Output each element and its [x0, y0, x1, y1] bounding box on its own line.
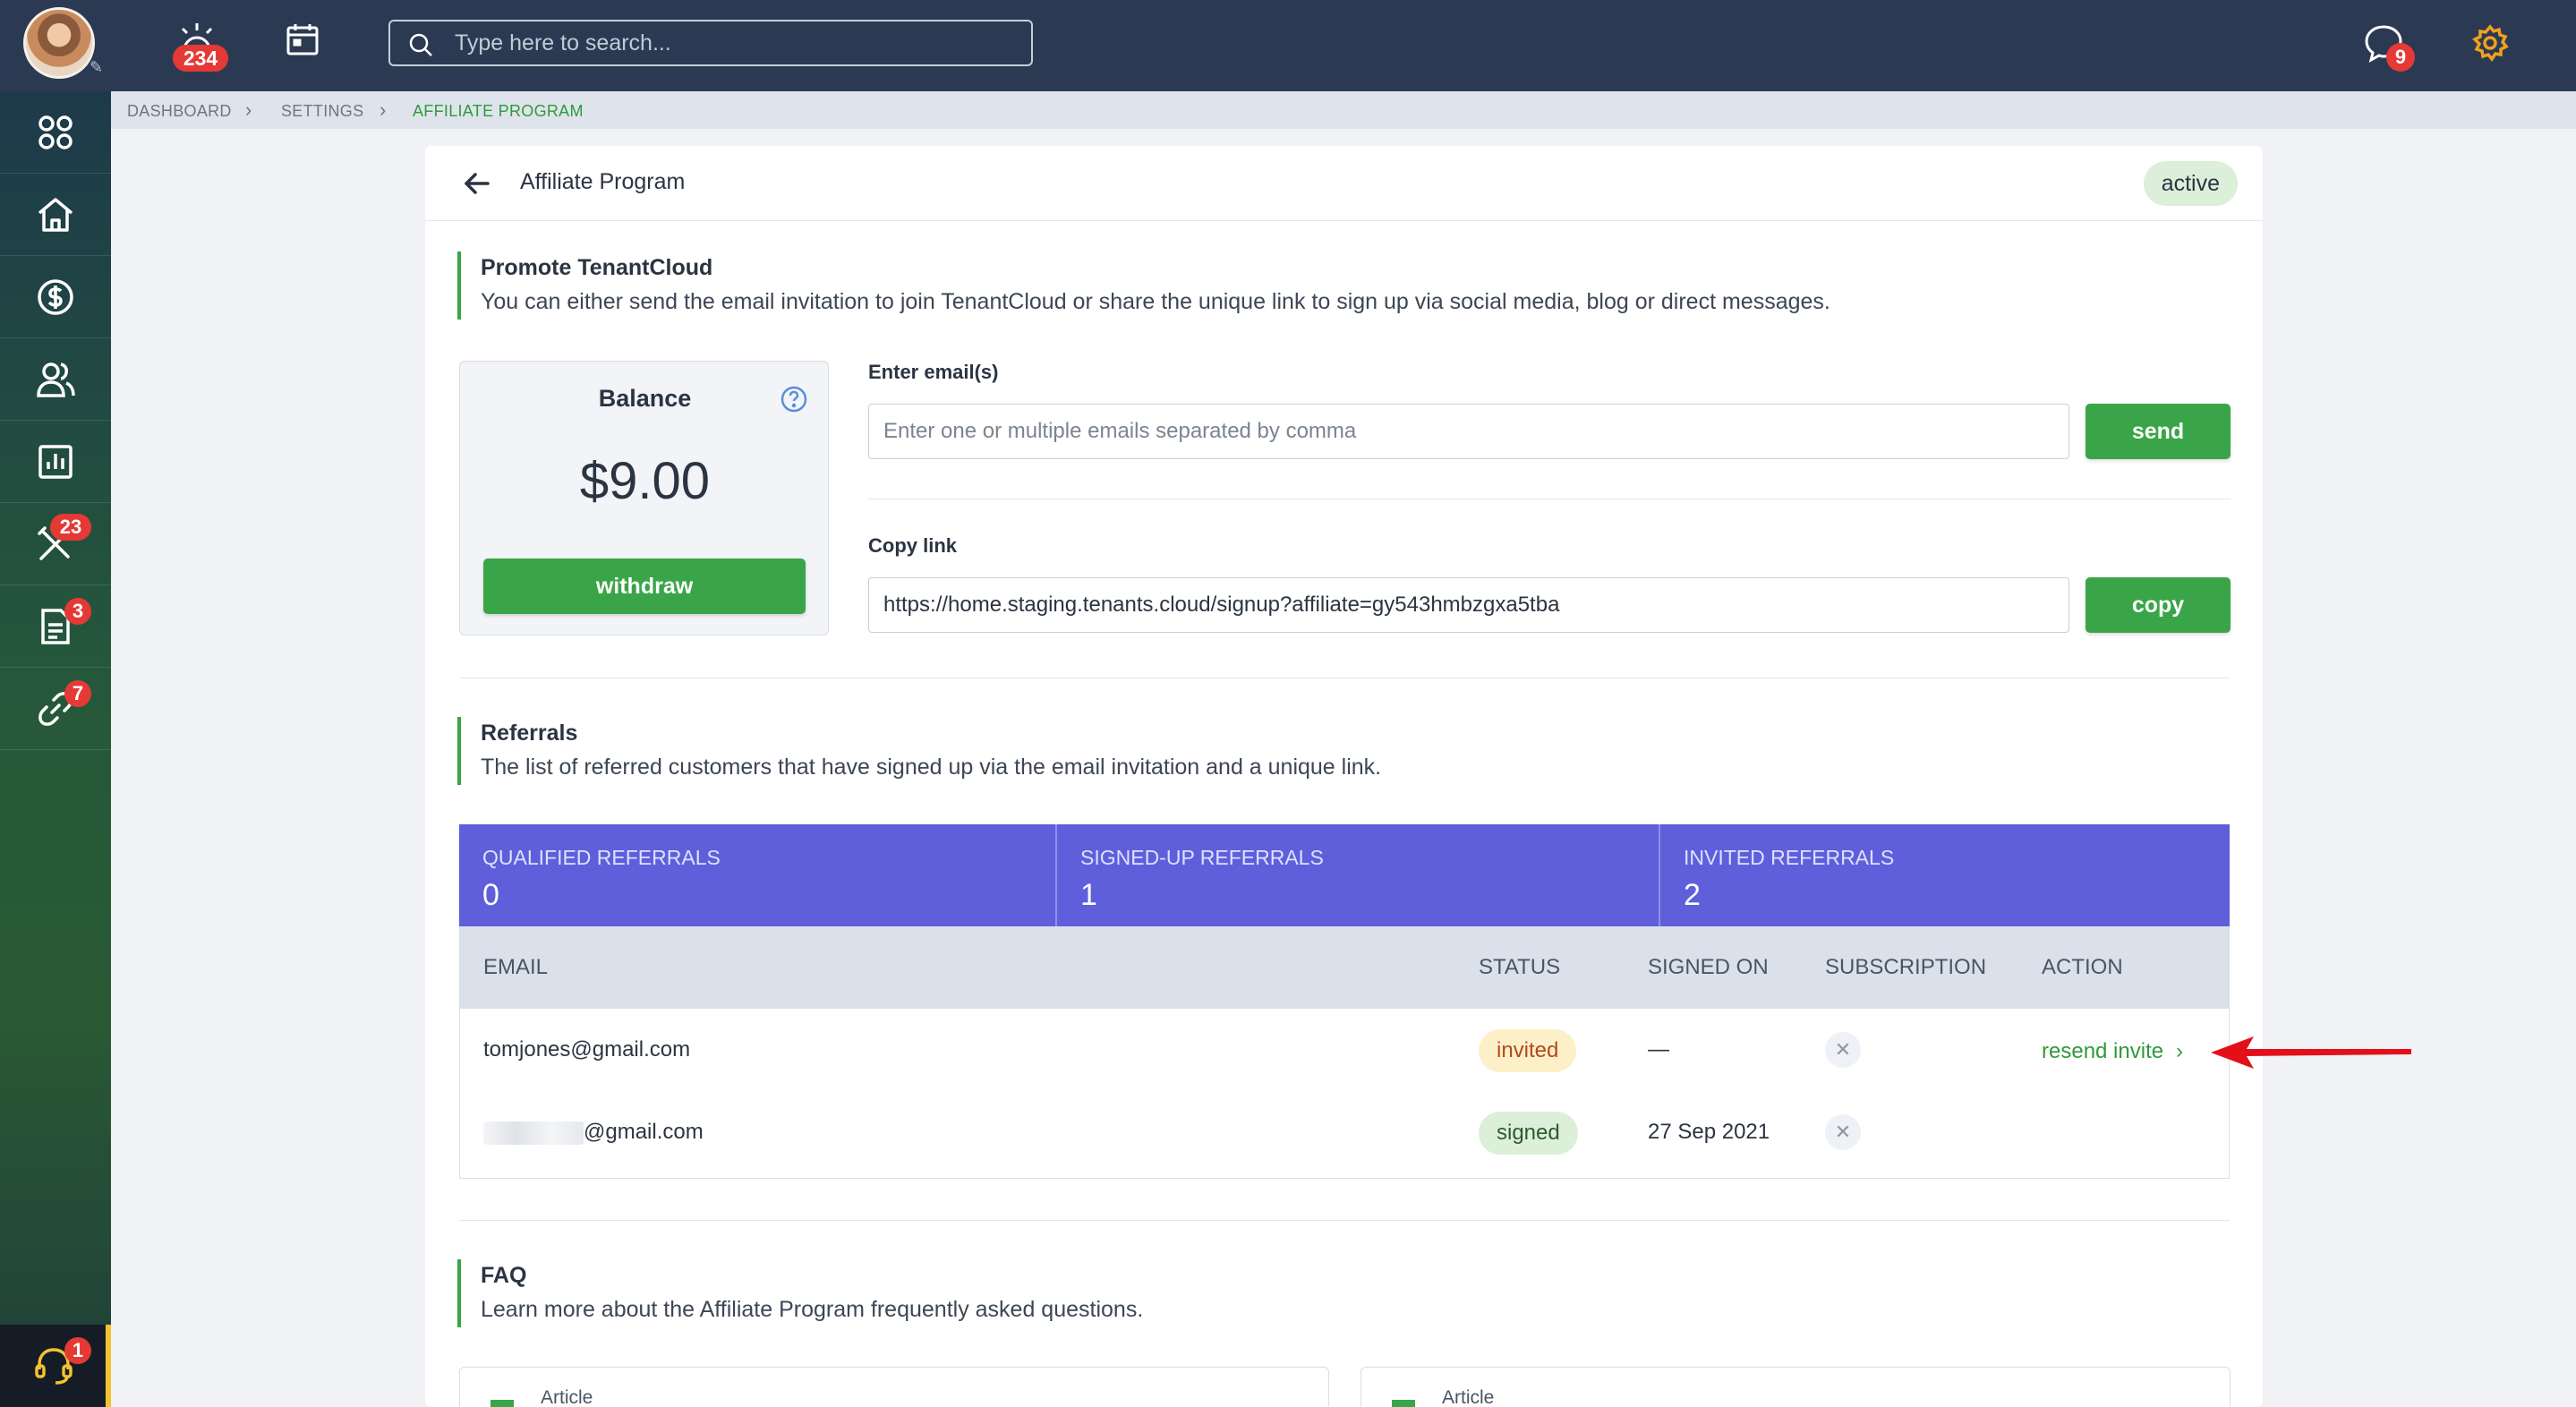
referrals-table: EMAIL STATUS SIGNED ON SUBSCRIPTION ACTI… [459, 926, 2230, 1179]
table-header: EMAIL STATUS SIGNED ON SUBSCRIPTION ACTI… [460, 926, 2229, 1009]
column-header-email[interactable]: EMAIL [483, 955, 548, 980]
search-icon [409, 33, 432, 56]
sidebar-item-maintenance[interactable]: 23 [0, 503, 111, 585]
faq-article-card[interactable]: Article [1361, 1367, 2231, 1407]
notifications-badge: 234 [173, 45, 228, 72]
article-icon [1392, 1400, 1415, 1407]
card-header: Affiliate Program active [425, 146, 2263, 221]
email-label: Enter email(s) [868, 361, 999, 383]
home-icon [38, 198, 73, 232]
resend-invite-label: resend invite [2042, 1039, 2164, 1063]
user-avatar[interactable] [23, 7, 95, 79]
chart-icon [38, 445, 73, 479]
support-badge: 1 [64, 1337, 91, 1364]
sidebar-item-links[interactable]: 7 [0, 668, 111, 750]
status-pill-signed: signed [1479, 1112, 1578, 1155]
close-icon: ✕ [1825, 1114, 1861, 1150]
breadcrumb-dashboard[interactable]: DASHBOARD [127, 102, 232, 121]
send-button[interactable]: send [2086, 404, 2231, 459]
column-header-signed-on[interactable]: SIGNED ON [1648, 955, 1769, 980]
help-icon[interactable] [780, 385, 808, 414]
balance-box: Balance $9.00 withdraw [459, 361, 829, 635]
sidebar-item-support[interactable]: 1 [0, 1325, 111, 1407]
chevron-right-icon: › [245, 98, 252, 121]
status-badge: active [2143, 161, 2238, 206]
divider [459, 1220, 2230, 1221]
stat-signed-up: SIGNED-UP REFERRALS 1 [1057, 824, 1659, 926]
faq-article-card[interactable]: Article [459, 1367, 1329, 1407]
balance-label: Balance [598, 385, 692, 412]
dollar-circle-icon [38, 279, 73, 315]
copy-button[interactable]: copy [2086, 577, 2231, 633]
balance-amount: $9.00 [579, 452, 711, 510]
article-label: Article [1442, 1387, 1495, 1407]
links-badge: 7 [64, 680, 91, 707]
arrow-left-icon[interactable] [461, 167, 493, 200]
stat-value: 2 [1684, 878, 1701, 912]
users-icon [37, 362, 75, 397]
pin-icon: ✎ [90, 58, 104, 76]
sidebar-item-reports[interactable] [0, 421, 111, 503]
stat-value: 0 [482, 878, 499, 912]
stat-qualified: QUALIFIED REFERRALS 0 [459, 824, 1057, 926]
apps-grid-icon [38, 115, 73, 149]
stat-label: INVITED REFERRALS [1684, 846, 1895, 869]
faq-description: Learn more about the Affiliate Program f… [481, 1297, 1144, 1322]
withdraw-button[interactable]: withdraw [483, 559, 806, 614]
row-email: tomjones@gmail.com [483, 1037, 691, 1062]
referrals-description: The list of referred customers that have… [481, 755, 1382, 780]
promote-section-header: Promote TenantCloud You can either send … [457, 252, 1830, 320]
sidebar-item-finance[interactable] [0, 256, 111, 338]
column-header-subscription[interactable]: SUBSCRIPTION [1825, 955, 1986, 980]
stat-value: 1 [1080, 878, 1097, 912]
row-email: @gmail.com [584, 1120, 704, 1144]
settings-icon[interactable] [2470, 23, 2510, 63]
referral-stats: QUALIFIED REFERRALS 0 SIGNED-UP REFERRAL… [459, 824, 2230, 926]
stat-label: SIGNED-UP REFERRALS [1080, 846, 1324, 869]
copy-link-label: Copy link [868, 534, 958, 557]
sidebar-item-documents[interactable]: 3 [0, 585, 111, 668]
breadcrumb-settings[interactable]: SETTINGS [281, 102, 363, 121]
maintenance-badge: 23 [50, 514, 91, 541]
affiliate-link-field[interactable]: https://home.staging.tenants.cloud/signu… [868, 577, 2069, 633]
status-pill-invited: invited [1479, 1029, 1577, 1072]
sidebar-item-home[interactable] [0, 174, 111, 256]
column-header-action: ACTION [2042, 955, 2123, 979]
close-icon: ✕ [1825, 1032, 1861, 1068]
stat-label: QUALIFIED REFERRALS [482, 846, 721, 869]
annotation-arrow-icon [2211, 1036, 2411, 1069]
page-title: Affiliate Program [520, 169, 686, 194]
referrals-title: Referrals [481, 721, 578, 746]
sidebar-item-people[interactable] [0, 338, 111, 421]
affiliate-card: Affiliate Program active Promote TenantC… [425, 146, 2263, 1407]
resend-invite-link[interactable]: resend invite › [2042, 1039, 2183, 1064]
sidebar: 23 3 7 1 [0, 91, 111, 1407]
chevron-right-icon: › [2176, 1039, 2184, 1063]
faq-title: FAQ [481, 1263, 527, 1288]
redacted-email-mask [483, 1121, 584, 1145]
stat-invited: INVITED REFERRALS 2 [1660, 824, 2230, 926]
search-input[interactable] [455, 29, 1010, 57]
chevron-right-icon: › [380, 98, 387, 121]
top-bar: ✎ 234 9 [0, 0, 2576, 91]
row-signed-on: — [1648, 1037, 1669, 1062]
documents-badge: 3 [64, 598, 91, 625]
row-signed-on: 27 Sep 2021 [1648, 1120, 1770, 1144]
breadcrumb-affiliate-program: AFFILIATE PROGRAM [413, 102, 584, 120]
sidebar-item-apps[interactable] [0, 91, 111, 174]
calendar-icon[interactable] [285, 21, 320, 57]
article-icon [490, 1400, 514, 1407]
promote-description: You can either send the email invitation… [481, 289, 1830, 314]
search-bar [388, 20, 1033, 66]
email-input[interactable] [868, 404, 2069, 459]
article-label: Article [541, 1387, 593, 1407]
breadcrumb: DASHBOARD › SETTINGS › AFFILIATE PROGRAM [111, 91, 2576, 129]
promote-title: Promote TenantCloud [481, 255, 713, 280]
column-header-status[interactable]: STATUS [1479, 955, 1560, 980]
messages-badge: 9 [2386, 43, 2415, 72]
faq-section-header: FAQ Learn more about the Affiliate Progr… [457, 1259, 1143, 1327]
referrals-section-header: Referrals The list of referred customers… [457, 717, 1381, 785]
